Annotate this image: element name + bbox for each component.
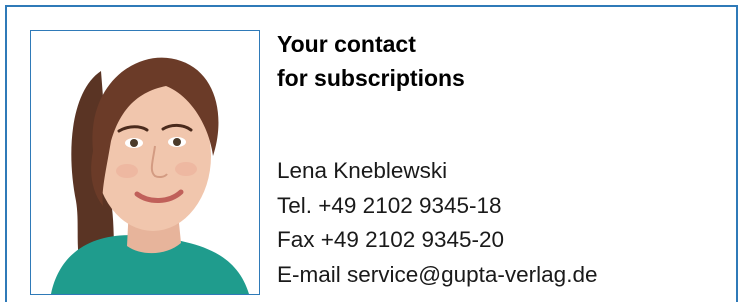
- contact-email[interactable]: E-mail service@gupta-verlag.de: [277, 258, 597, 293]
- contact-name: Lena Kneblewski: [277, 158, 448, 183]
- contact-photo: [30, 30, 260, 295]
- heading-line-1: Your contact: [277, 31, 416, 57]
- contact-heading: Your contact for subscriptions: [277, 27, 465, 95]
- contact-fax: Fax +49 2102 9345-20: [277, 227, 505, 252]
- contact-details: Lena Kneblewski Tel. +49 2102 9345-18 Fa…: [277, 154, 597, 292]
- contact-telephone: Tel. +49 2102 9345-18: [277, 192, 502, 218]
- contact-card: Your contact for subscriptions Lena Kneb…: [5, 5, 738, 302]
- heading-line-2: for subscriptions: [277, 65, 465, 91]
